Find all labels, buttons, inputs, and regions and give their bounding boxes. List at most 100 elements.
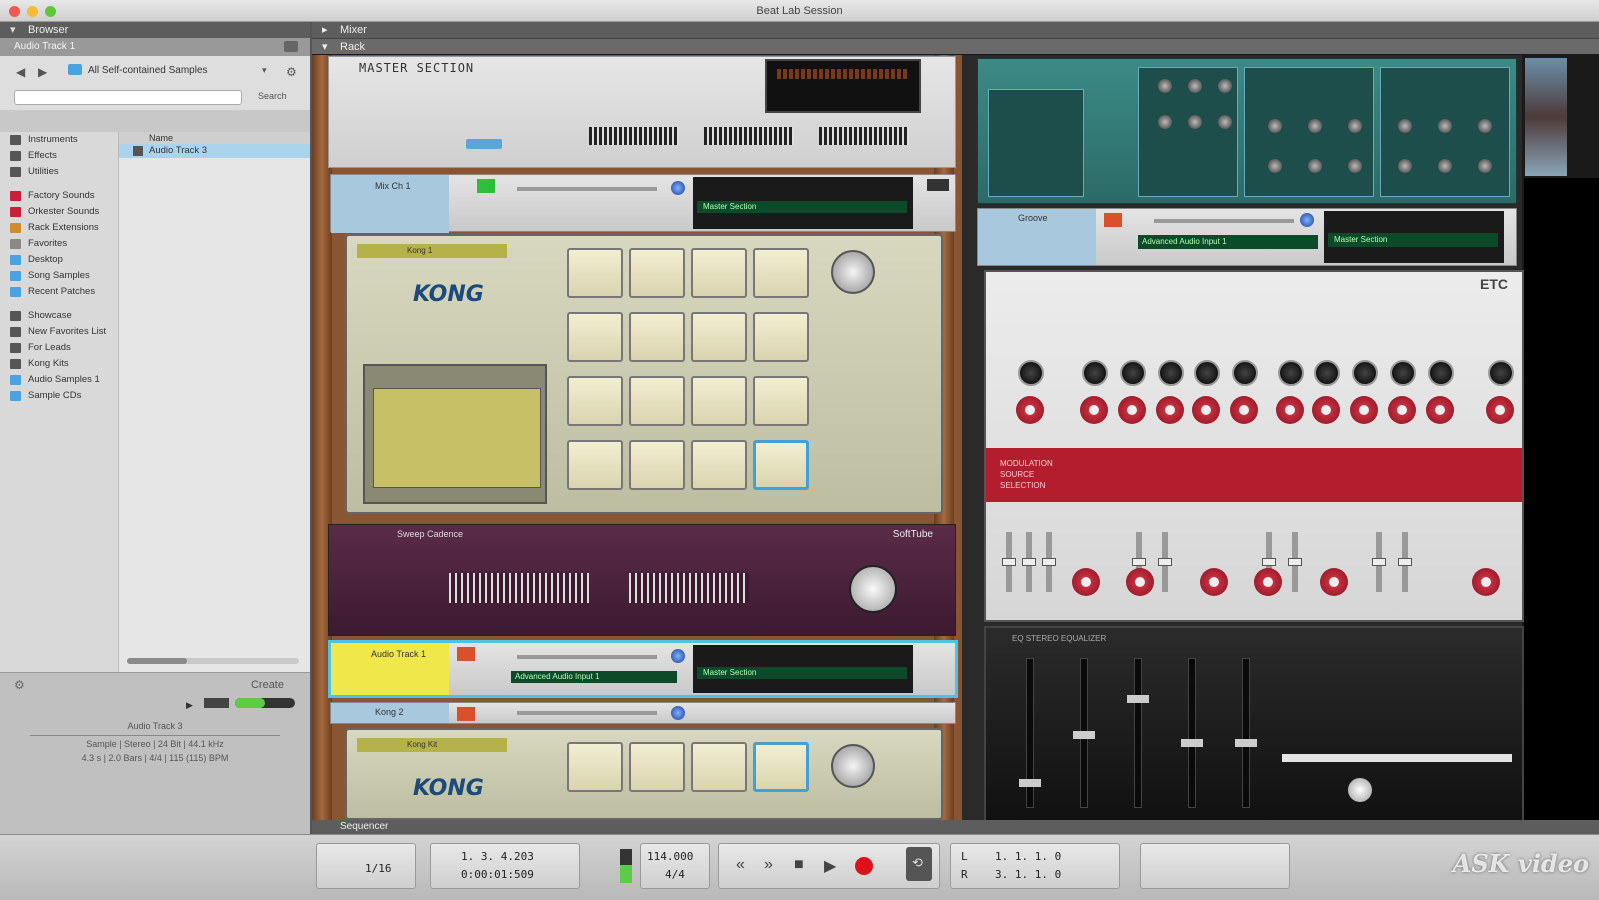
etc-mod-knob[interactable] xyxy=(1388,396,1416,424)
etc-black-knob[interactable] xyxy=(1488,360,1514,386)
master-blue-button[interactable] xyxy=(466,139,502,149)
etc-black-knob[interactable] xyxy=(1314,360,1340,386)
right-locator-value[interactable]: 3. 1. 1. 0 xyxy=(995,868,1061,881)
browser-location-item[interactable]: New Favorites List xyxy=(0,324,118,340)
etc-lfo-knob[interactable] xyxy=(1472,568,1500,596)
drum-pad[interactable] xyxy=(753,312,809,362)
column-header-name[interactable]: Name xyxy=(119,132,310,144)
search-input[interactable] xyxy=(14,90,242,105)
drum-pad[interactable] xyxy=(753,440,809,490)
eq-fader-1[interactable] xyxy=(1019,658,1041,808)
etc-envelope-slider[interactable] xyxy=(1288,532,1302,592)
synth-knob[interactable] xyxy=(1348,119,1362,133)
eq-output-knob[interactable] xyxy=(1348,778,1372,802)
browser-location-item[interactable]: For Leads xyxy=(0,340,118,356)
pan-knob[interactable] xyxy=(671,649,685,663)
kong-master-knob[interactable] xyxy=(831,250,875,294)
volume-fader[interactable] xyxy=(517,655,657,659)
strip-name-block[interactable]: Kong 2 xyxy=(331,703,449,723)
drum-pad[interactable] xyxy=(753,742,809,792)
etc-mod-knob[interactable] xyxy=(1486,396,1514,424)
drum-pad[interactable] xyxy=(567,248,623,298)
browser-location-item[interactable]: Sample CDs xyxy=(0,388,118,404)
synth-knob[interactable] xyxy=(1438,119,1452,133)
dropdown-arrow-icon[interactable]: ▾ xyxy=(262,65,267,76)
etc-envelope-slider[interactable] xyxy=(1002,532,1016,592)
etc-mod-knob[interactable] xyxy=(1192,396,1220,424)
browser-location-item[interactable]: Audio Samples 1 xyxy=(0,372,118,388)
synth-knob[interactable] xyxy=(1268,119,1282,133)
browser-location-item[interactable]: Showcase xyxy=(0,308,118,324)
synth-knob[interactable] xyxy=(1268,159,1282,173)
synth-knob[interactable] xyxy=(1438,159,1452,173)
pan-knob[interactable] xyxy=(671,181,685,195)
location-dropdown[interactable]: All Self-contained Samples xyxy=(88,65,208,76)
play-icon[interactable]: ▶ xyxy=(824,856,836,876)
browser-location-item[interactable]: Factory Sounds xyxy=(0,188,118,204)
browser-location-item[interactable]: Kong Kits xyxy=(0,356,118,372)
time-signature[interactable]: 4/4 xyxy=(665,868,685,881)
eq-fader-3[interactable] xyxy=(1127,658,1149,808)
browser-location-item[interactable]: Desktop xyxy=(0,252,118,268)
kong-master-knob[interactable] xyxy=(831,744,875,788)
drum-pad[interactable] xyxy=(691,312,747,362)
drum-pad[interactable] xyxy=(567,376,623,426)
input-display[interactable]: Advanced Audio Input 1 xyxy=(511,671,677,683)
volume-fader[interactable] xyxy=(517,187,657,191)
etc-mod-knob[interactable] xyxy=(1156,396,1184,424)
eq-fader-4[interactable] xyxy=(1181,658,1203,808)
synth-knob[interactable] xyxy=(1398,119,1412,133)
drum-pad[interactable] xyxy=(567,742,623,792)
etc-mod-knob[interactable] xyxy=(1230,396,1258,424)
synth-knob[interactable] xyxy=(1308,159,1322,173)
record-enable-button[interactable] xyxy=(1104,213,1122,227)
etc-black-knob[interactable] xyxy=(1082,360,1108,386)
etc-lfo-knob[interactable] xyxy=(1320,568,1348,596)
drum-pad[interactable] xyxy=(691,248,747,298)
kong-patch-name[interactable]: Kong Kit xyxy=(357,738,507,752)
synth-knob[interactable] xyxy=(1188,79,1202,93)
etc-black-knob[interactable] xyxy=(1018,360,1044,386)
camera-icon[interactable] xyxy=(284,41,298,52)
etc-black-knob[interactable] xyxy=(1428,360,1454,386)
synth-knob[interactable] xyxy=(1478,119,1492,133)
drum-pad[interactable] xyxy=(629,742,685,792)
synth-knob[interactable] xyxy=(1188,115,1202,129)
fold-button[interactable] xyxy=(927,179,949,191)
rewind-icon[interactable]: « xyxy=(736,856,745,874)
record-button[interactable] xyxy=(855,857,873,875)
pan-knob[interactable] xyxy=(671,706,685,720)
drum-pad[interactable] xyxy=(691,742,747,792)
record-enable-button[interactable] xyxy=(457,707,475,721)
search-button[interactable]: Search xyxy=(258,91,287,101)
file-row-selected[interactable]: Audio Track 3 xyxy=(119,144,310,158)
tempo-value[interactable]: 114.000 xyxy=(647,850,693,863)
record-enable-button[interactable] xyxy=(457,647,475,661)
etc-lfo-knob[interactable] xyxy=(1200,568,1228,596)
preview-play-icon[interactable]: ▶ xyxy=(186,700,193,711)
etc-mod-knob[interactable] xyxy=(1016,396,1044,424)
etc-envelope-slider[interactable] xyxy=(1042,532,1056,592)
volume-fader[interactable] xyxy=(517,711,657,715)
expand-arrow-icon[interactable]: ▸ xyxy=(322,22,328,38)
browser-location-item[interactable]: Favorites xyxy=(0,236,118,252)
drum-pad[interactable] xyxy=(567,312,623,362)
eq-fader-2[interactable] xyxy=(1073,658,1095,808)
synth-knob[interactable] xyxy=(1158,115,1172,129)
browser-location-item[interactable]: Utilities xyxy=(0,164,118,180)
etc-black-knob[interactable] xyxy=(1232,360,1258,386)
etc-mod-knob[interactable] xyxy=(1118,396,1146,424)
browser-location-item[interactable]: Recent Patches xyxy=(0,284,118,300)
drum-pad[interactable] xyxy=(691,376,747,426)
eq-fader-5[interactable] xyxy=(1235,658,1257,808)
left-locator-value[interactable]: 1. 1. 1. 0 xyxy=(995,850,1061,863)
compressor-output-knob[interactable] xyxy=(849,565,897,613)
synth-knob[interactable] xyxy=(1218,115,1232,129)
drum-pad[interactable] xyxy=(567,440,623,490)
synth-knob[interactable] xyxy=(1158,79,1172,93)
synth-knob[interactable] xyxy=(1478,159,1492,173)
pan-knob[interactable] xyxy=(1300,213,1314,227)
rack-header[interactable]: ▾ Rack xyxy=(312,38,1599,54)
etc-envelope-slider[interactable] xyxy=(1158,532,1172,592)
collapse-arrow-icon[interactable]: ▾ xyxy=(322,39,328,55)
